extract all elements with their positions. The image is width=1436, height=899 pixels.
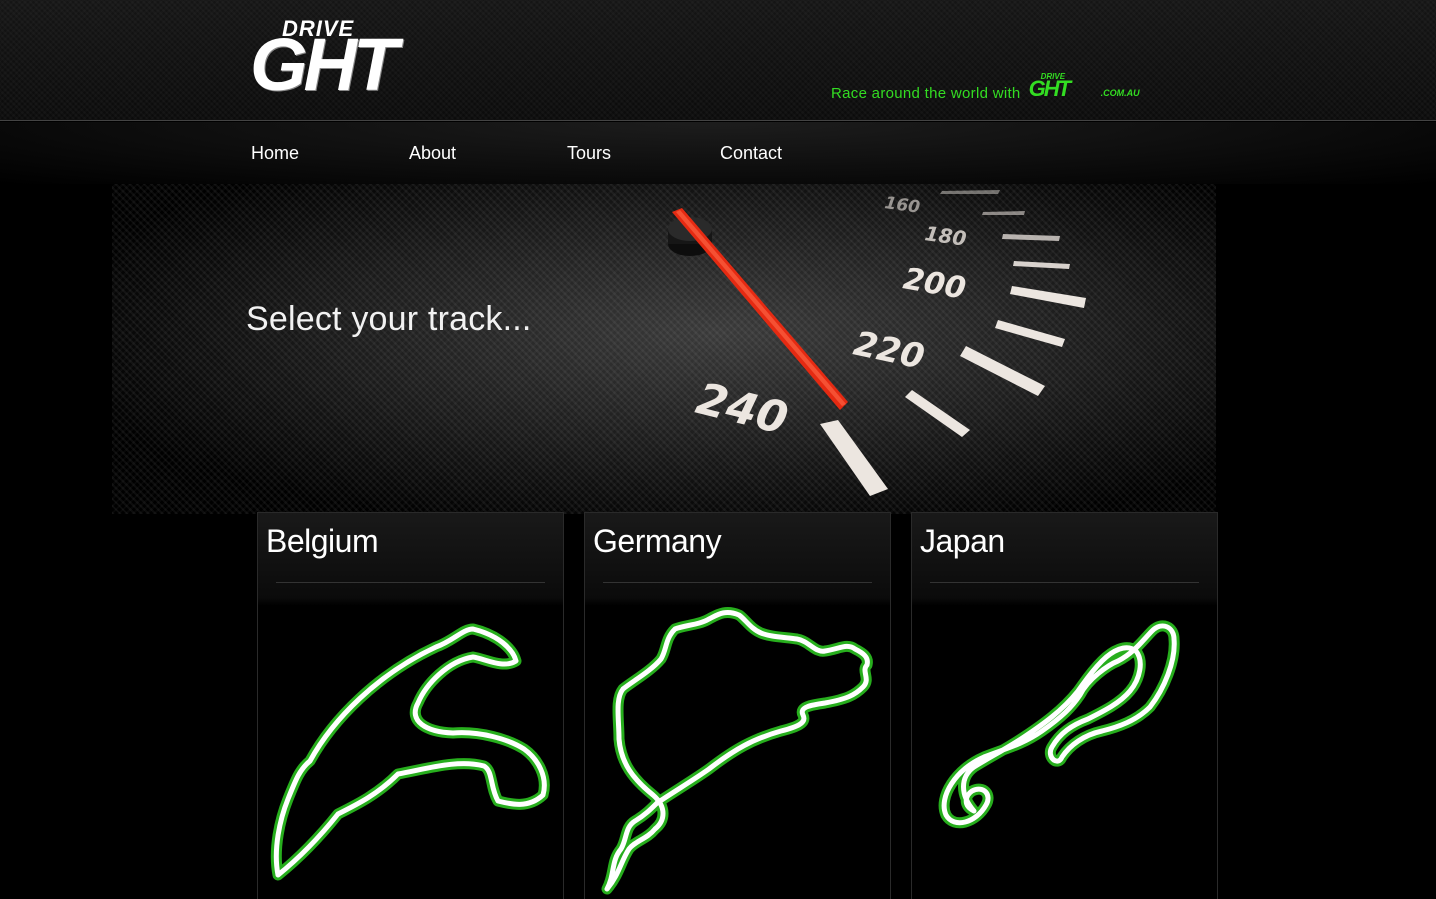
track-card-germany[interactable]: Germany: [584, 512, 891, 899]
nav-contact-link[interactable]: Contact: [720, 143, 782, 164]
logo-main-text: GHT: [250, 23, 398, 106]
card-divider: [276, 582, 545, 583]
tagline-logo: DRIVE GHT .COM.AU: [1028, 72, 1155, 102]
track-card-japan[interactable]: Japan: [911, 512, 1218, 899]
header-tagline: Race around the world with DRIVE GHT .CO…: [831, 72, 1155, 102]
speed-label-240: 240: [691, 373, 792, 445]
track-card-title: Germany: [593, 523, 722, 559]
site-logo[interactable]: DRIVE GHT: [250, 16, 460, 102]
tick-mark: [995, 320, 1065, 347]
card-divider: [603, 582, 872, 583]
tick-mark: [940, 190, 1000, 194]
japan-track-map: [938, 620, 1180, 829]
tick-mark: [960, 346, 1045, 396]
track-card-belgium[interactable]: Belgium: [257, 512, 564, 899]
speed-label-220: 220: [850, 324, 928, 378]
tick-mark: [1013, 261, 1070, 269]
germany-track-map: [601, 607, 873, 895]
belgium-track-map: [270, 623, 550, 881]
tick-mark: [1002, 234, 1060, 241]
card-divider: [930, 582, 1199, 583]
tick-mark: [982, 211, 1025, 215]
tagline-logo-domain: .COM.AU: [1100, 88, 1140, 98]
speed-label-160: 160: [883, 193, 921, 218]
tagline-logo-main: GHT: [1028, 76, 1071, 101]
track-card-title: Japan: [920, 523, 1005, 559]
speed-label-180: 180: [923, 221, 968, 251]
hero-title: Select your track...: [246, 300, 532, 338]
site-header: DRIVE GHT Race around the world with DRI…: [0, 0, 1436, 121]
speed-label-200: 200: [901, 261, 969, 306]
nav-home-link[interactable]: Home: [251, 143, 299, 164]
nav-tours-link[interactable]: Tours: [567, 143, 611, 164]
tick-mark: [1010, 286, 1086, 308]
speedometer-graphic: 240 220 200 180 160: [668, 190, 1086, 496]
main-nav: Home About Tours Contact: [0, 122, 1436, 184]
tick-mark: [905, 390, 970, 437]
track-card-title: Belgium: [266, 523, 379, 559]
nav-about-link[interactable]: About: [409, 143, 456, 164]
tick-mark: [820, 420, 888, 496]
tagline-text: Race around the world with: [831, 85, 1021, 102]
